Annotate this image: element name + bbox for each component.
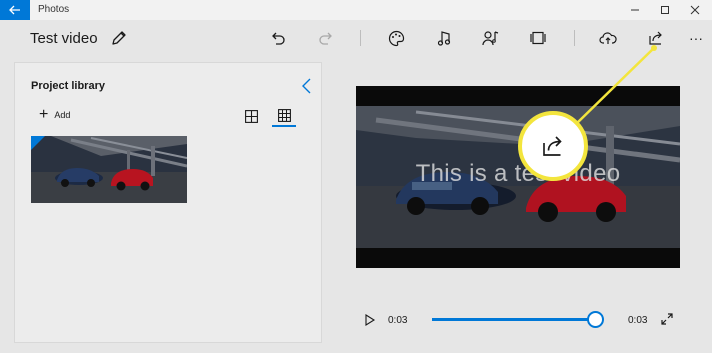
title-bar: Photos (0, 0, 712, 20)
redo-button[interactable] (316, 28, 336, 48)
app-title: Photos (38, 4, 70, 15)
library-title: Project library (31, 80, 105, 92)
upload-button[interactable] (598, 28, 618, 48)
share-icon (543, 136, 562, 156)
more-icon: ··· (689, 30, 703, 46)
share-button[interactable] (646, 28, 666, 48)
undo-button[interactable] (268, 28, 288, 48)
current-time: 0:03 (388, 315, 408, 326)
small-grid-view-button[interactable] (272, 105, 296, 127)
toolbar-divider (360, 30, 361, 46)
chevron-left-icon (302, 78, 311, 94)
video-caption: This is a test video (415, 160, 621, 187)
close-button[interactable] (680, 0, 710, 20)
plus-icon: + (39, 106, 49, 123)
share-icon (649, 31, 662, 45)
fullscreen-button[interactable] (660, 312, 674, 326)
add-media-button[interactable]: + Add (39, 107, 70, 123)
pencil-icon (112, 31, 126, 45)
library-media-thumbnail[interactable] (31, 136, 187, 203)
seek-bar[interactable] (432, 318, 598, 321)
grid-small-icon (277, 108, 291, 122)
car-scene-thumbnail (31, 136, 187, 203)
maximize-button[interactable] (650, 0, 680, 20)
project-library-panel: Project library + Add (14, 62, 322, 343)
cloud-upload-icon (599, 32, 617, 44)
selected-corner-marker (31, 136, 45, 150)
add-label: Add (54, 110, 71, 120)
back-button[interactable] (0, 0, 30, 20)
redo-icon (319, 32, 332, 45)
rename-button[interactable] (110, 29, 128, 47)
themes-button[interactable] (386, 28, 406, 48)
music-note-icon (437, 31, 451, 46)
maximize-icon (661, 6, 669, 14)
seek-handle[interactable] (587, 311, 604, 328)
palette-icon (388, 30, 404, 46)
undo-icon (272, 32, 285, 45)
editor-toolbar: Test video ··· (0, 20, 712, 58)
arrow-left-icon (9, 5, 20, 15)
play-icon (365, 314, 376, 326)
play-button[interactable] (364, 313, 376, 327)
custom-audio-button[interactable] (480, 28, 500, 48)
more-options-button[interactable]: ··· (686, 28, 706, 48)
project-title: Test video (30, 30, 98, 47)
large-grid-view-button[interactable] (239, 105, 263, 127)
share-callout (518, 111, 588, 181)
aspect-ratio-button[interactable] (528, 28, 548, 48)
minimize-button[interactable] (620, 0, 650, 20)
collapse-library-button[interactable] (299, 77, 315, 95)
video-preview[interactable]: This is a test video (356, 86, 680, 268)
aspect-ratio-icon (530, 31, 546, 45)
background-music-button[interactable] (434, 28, 454, 48)
close-icon (690, 5, 700, 15)
expand-icon (661, 313, 673, 325)
custom-audio-icon (482, 31, 499, 46)
grid-large-icon (244, 109, 258, 123)
playback-controls: 0:03 0:03 (356, 306, 686, 334)
toolbar-divider (574, 30, 575, 46)
total-time: 0:03 (628, 315, 648, 326)
minimize-icon (631, 9, 639, 11)
